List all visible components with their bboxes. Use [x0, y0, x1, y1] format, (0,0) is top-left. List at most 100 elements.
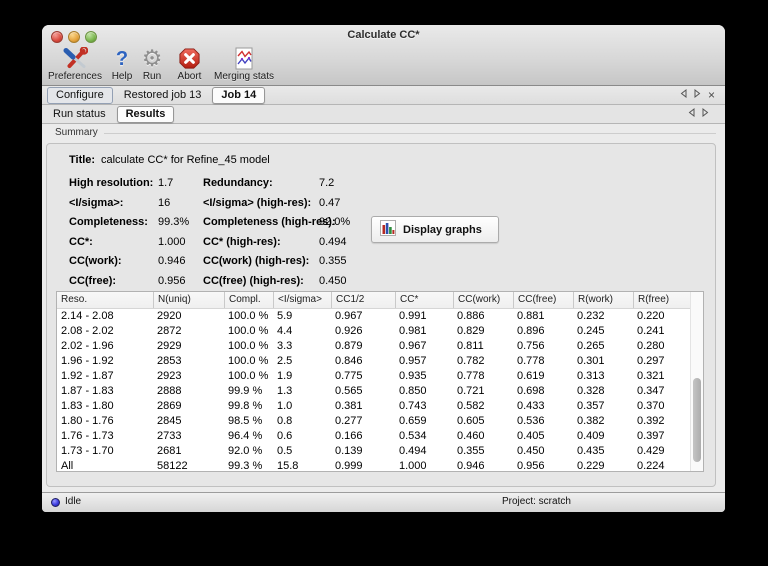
- cell-reso: 2.08 - 2.02: [61, 325, 114, 337]
- cell-ccfree: 0.619: [517, 370, 545, 382]
- cell-cc12: 0.565: [335, 385, 363, 397]
- results-content: Summary Title: calculate CC* for Refine_…: [42, 124, 725, 496]
- cell-ccfree: 0.536: [517, 415, 545, 427]
- table-row[interactable]: All 58122 99.3 % 15.8 0.999 1.000 0.946 …: [57, 459, 703, 472]
- abort-button[interactable]: Abort: [173, 46, 206, 84]
- help-button[interactable]: ? Help: [108, 46, 136, 84]
- table-row[interactable]: 1.76 - 1.73 2733 96.4 % 0.6 0.166 0.534 …: [57, 429, 703, 444]
- column-header-nuniq[interactable]: N(uniq): [153, 292, 224, 308]
- cell-compl: 100.0 %: [228, 325, 269, 337]
- run-button[interactable]: ⚙ Run: [138, 46, 166, 84]
- table-row[interactable]: 1.87 - 1.83 2888 99.9 % 1.3 0.565 0.850 …: [57, 384, 703, 399]
- cell-ccwork: 0.782: [457, 355, 485, 367]
- summary-value-highres: 0.450: [319, 274, 347, 287]
- cell-ccstar: 0.659: [399, 415, 427, 427]
- cell-cc12: 0.879: [335, 340, 363, 352]
- tab-scroll-right-icon[interactable]: [694, 88, 701, 101]
- cell-ccfree: 0.450: [517, 445, 545, 457]
- table-row[interactable]: 1.80 - 1.76 2845 98.5 % 0.8 0.277 0.659 …: [57, 414, 703, 429]
- tab-run-status[interactable]: Run status: [44, 106, 115, 123]
- table-row[interactable]: 1.96 - 1.92 2853 100.0 % 2.5 0.846 0.957…: [57, 354, 703, 369]
- result-tab-bar: Run status Results: [42, 105, 725, 124]
- abort-icon: [178, 46, 201, 71]
- column-header-rwork[interactable]: R(work): [573, 292, 633, 308]
- summary-value: 0.956: [158, 274, 186, 287]
- column-header-ccstar[interactable]: CC*: [395, 292, 453, 308]
- column-header-isigma[interactable]: <I/sigma>: [273, 292, 331, 308]
- cell-ccfree: 0.698: [517, 385, 545, 397]
- desktop-background: Calculate CC* Preferences ? Help ⚙ Run A…: [0, 0, 768, 566]
- app-window: Calculate CC* Preferences ? Help ⚙ Run A…: [42, 25, 725, 512]
- summary-value-highres: 7.2: [319, 177, 335, 189]
- cell-isigma: 15.8: [277, 460, 299, 472]
- column-header-compl[interactable]: Compl.: [224, 292, 273, 308]
- cell-ccwork: 0.582: [457, 400, 485, 412]
- summary-label-highres: Completeness (high-res):: [203, 216, 336, 228]
- tab-scroll-left-icon[interactable]: [680, 88, 687, 101]
- cell-ccwork: 0.829: [457, 325, 485, 337]
- table-row[interactable]: 2.02 - 1.96 2929 100.0 % 3.3 0.879 0.967…: [57, 339, 703, 354]
- subtab-scroll-right-icon[interactable]: [702, 107, 709, 120]
- tab-close-icon[interactable]: ×: [708, 89, 715, 101]
- display-graphs-button[interactable]: Display graphs: [371, 216, 499, 243]
- summary-value: 1.7: [158, 177, 174, 189]
- column-header-ccfree[interactable]: CC(free): [513, 292, 573, 308]
- cell-reso: 2.14 - 2.08: [61, 310, 114, 322]
- cell-reso: 1.96 - 1.92: [61, 355, 114, 367]
- cell-reso: 1.83 - 1.80: [61, 400, 114, 412]
- tab-restored-job-13[interactable]: Restored job 13: [115, 87, 211, 104]
- summary-value: 0.946: [158, 255, 186, 267]
- cell-compl: 98.5 %: [228, 415, 263, 427]
- cell-nuniq: 2853: [157, 355, 182, 367]
- cell-nuniq: 2845: [157, 415, 182, 427]
- cell-rwork: 0.245: [577, 325, 605, 337]
- cell-cc12: 0.926: [335, 325, 363, 337]
- column-header-reso[interactable]: Reso.: [57, 292, 153, 308]
- summary-label-highres: <I/sigma> (high-res):: [203, 196, 312, 209]
- cell-compl: 100.0 %: [228, 370, 269, 382]
- cell-isigma: 0.6: [277, 430, 293, 442]
- cell-compl: 99.8 %: [228, 400, 263, 412]
- cell-cc12: 0.999: [335, 460, 363, 472]
- stats-table-header: Reso. N(uniq) Compl. <I/sigma> CC1/2 CC*…: [57, 292, 703, 309]
- cell-rwork: 0.409: [577, 430, 605, 442]
- status-text: Idle: [65, 496, 82, 507]
- cell-isigma: 1.0: [277, 400, 293, 412]
- title-value: calculate CC* for Refine_45 model: [101, 154, 270, 166]
- tab-job-14[interactable]: Job 14: [212, 86, 266, 104]
- bar-chart-icon: [380, 220, 396, 239]
- tab-results[interactable]: Results: [116, 105, 175, 123]
- cell-ccstar: 0.494: [399, 445, 427, 457]
- gear-icon: ⚙: [141, 45, 163, 72]
- cell-nuniq: 58122: [157, 460, 188, 472]
- cell-rwork: 0.357: [577, 400, 605, 412]
- summary-label: <I/sigma>:: [69, 196, 124, 209]
- cell-ccwork: 0.355: [457, 445, 485, 457]
- table-scrollbar[interactable]: [690, 292, 703, 471]
- titlebar[interactable]: Calculate CC*: [42, 25, 725, 46]
- merging-stats-button[interactable]: Merging stats: [206, 46, 282, 84]
- cell-ccstar: 0.967: [399, 340, 427, 352]
- summary-label: High resolution:: [69, 177, 154, 189]
- tab-nav-controls: ×: [680, 86, 715, 104]
- cell-ccwork: 0.721: [457, 385, 485, 397]
- summary-value-highres: 0.47: [319, 196, 341, 209]
- cell-compl: 92.0 %: [228, 445, 263, 457]
- cell-isigma: 0.8: [277, 415, 293, 427]
- cell-rwork: 0.313: [577, 370, 605, 382]
- table-scrollbar-thumb[interactable]: [693, 377, 701, 463]
- table-row[interactable]: 1.73 - 1.70 2681 92.0 % 0.5 0.139 0.494 …: [57, 444, 703, 459]
- table-row[interactable]: 1.83 - 1.80 2869 99.8 % 1.0 0.381 0.743 …: [57, 399, 703, 414]
- summary-value-highres: 0.355: [319, 255, 347, 267]
- column-header-ccwork[interactable]: CC(work): [453, 292, 513, 308]
- table-row[interactable]: 2.08 - 2.02 2872 100.0 % 4.4 0.926 0.981…: [57, 324, 703, 339]
- subtab-scroll-left-icon[interactable]: [688, 107, 695, 120]
- table-row[interactable]: 1.92 - 1.87 2923 100.0 % 1.9 0.775 0.935…: [57, 369, 703, 384]
- column-header-cc12[interactable]: CC1/2: [331, 292, 395, 308]
- toolbar-item-label: Merging stats: [213, 71, 275, 82]
- cell-cc12: 0.139: [335, 445, 363, 457]
- summary-panel: Title: calculate CC* for Refine_45 model…: [46, 143, 716, 487]
- preferences-button[interactable]: Preferences: [46, 46, 104, 84]
- tab-configure[interactable]: Configure: [47, 86, 113, 104]
- table-row[interactable]: 2.14 - 2.08 2920 100.0 % 5.9 0.967 0.991…: [57, 309, 703, 324]
